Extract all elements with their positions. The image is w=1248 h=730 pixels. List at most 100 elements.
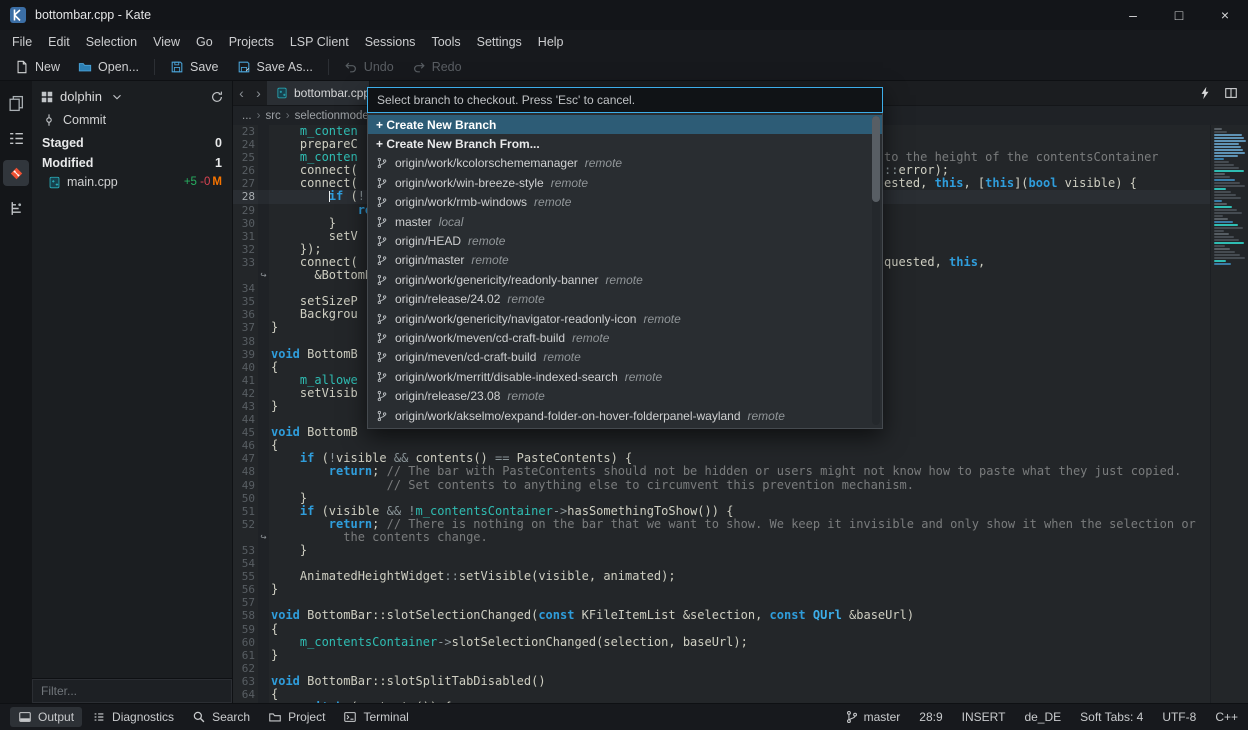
refresh-icon[interactable] [210, 90, 224, 104]
menu-settings[interactable]: Settings [469, 32, 530, 52]
branch-item[interactable]: origin/work/meven/cd-craft-buildremote [368, 328, 882, 347]
statusbar-field[interactable]: de_DE [1024, 710, 1061, 724]
code-line[interactable]: 64{ [233, 688, 1210, 701]
code-line[interactable]: 58void BottomBar::slotSelectionChanged(c… [233, 609, 1210, 622]
code-line[interactable]: 47 if (!visible && contents() == PasteCo… [233, 452, 1210, 465]
symbols-tool[interactable] [3, 195, 29, 221]
menu-projects[interactable]: Projects [221, 32, 282, 52]
project-selector[interactable]: dolphin [60, 89, 102, 104]
staged-section[interactable]: Staged 0 [32, 133, 232, 153]
modified-section[interactable]: Modified 1 [32, 153, 232, 173]
code-line[interactable]: 50 } [233, 492, 1210, 505]
breadcrumb-item[interactable]: ... [242, 110, 252, 122]
menu-file[interactable]: File [4, 32, 40, 52]
code-line[interactable]: 49 // Set contents to anything else to c… [233, 479, 1210, 492]
branch-item[interactable]: origin/release/23.08remote [368, 386, 882, 405]
code-line[interactable]: 60 m_contentsContainer->slotSelectionCha… [233, 636, 1210, 649]
branch-item[interactable]: origin/work/kcolorschememanagerremote [368, 154, 882, 173]
code-line[interactable]: 63void BottomBar::slotSplitTabDisabled() [233, 675, 1210, 688]
forward-icon[interactable]: › [250, 85, 267, 101]
statusbar-field[interactable]: master [845, 710, 901, 724]
branch-item[interactable]: origin/work/merritt/disable-indexed-sear… [368, 367, 882, 386]
code-line[interactable]: 51 if (visible && !m_contentsContainer->… [233, 505, 1210, 518]
branch-item[interactable]: origin/masterremote [368, 251, 882, 270]
code-line[interactable]: 56} [233, 583, 1210, 596]
statusbar-field[interactable]: C++ [1215, 710, 1238, 724]
statusbar-field[interactable]: 28:9 [919, 710, 942, 724]
menu-go[interactable]: Go [188, 32, 221, 52]
branch-item[interactable]: origin/work/genericity/navigator-readonl… [368, 309, 882, 328]
code-line[interactable]: 52 return; // There is nothing on the ba… [233, 518, 1210, 531]
popup-scrollbar[interactable] [872, 116, 880, 425]
git-file-row[interactable]: main.cpp+5 -0M [32, 173, 232, 191]
branch-search-input[interactable]: Select branch to checkout. Press 'Esc' t… [367, 87, 883, 113]
menu-view[interactable]: View [145, 32, 188, 52]
branch-item[interactable]: origin/work/akselmo/expand-folder-on-hov… [368, 406, 882, 425]
undo-button[interactable]: Undo [335, 57, 403, 77]
code-line[interactable]: 46{ [233, 439, 1210, 452]
code-line[interactable]: 59{ [233, 623, 1210, 636]
branch-label: origin/work/genericity/readonly-banner [395, 273, 598, 287]
line-number-gutter: 56 [233, 583, 269, 596]
branch-item[interactable]: origin/HEADremote [368, 231, 882, 250]
code-line[interactable]: 61} [233, 649, 1210, 662]
breadcrumb-item[interactable]: src [265, 110, 280, 122]
menu-selection[interactable]: Selection [78, 32, 145, 52]
statusbar-terminal-button[interactable]: Terminal [335, 707, 416, 727]
tab-bottombar-cpp[interactable]: bottombar.cpp [267, 81, 370, 105]
documents-tool[interactable] [3, 90, 29, 116]
statusbar-output-button[interactable]: Output [10, 707, 82, 727]
code-line[interactable]: 48 return; // The bar with PasteContents… [233, 465, 1210, 478]
branch-item[interactable]: + Create New Branch [368, 115, 882, 134]
menu-help[interactable]: Help [530, 32, 572, 52]
branch-item[interactable]: origin/meven/cd-craft-buildremote [368, 348, 882, 367]
open-folder-icon [78, 60, 92, 74]
close-button[interactable]: × [1202, 0, 1248, 30]
redo-button[interactable]: Redo [403, 57, 471, 77]
minimap[interactable] [1210, 125, 1248, 703]
branch-item[interactable]: origin/work/genericity/readonly-bannerre… [368, 270, 882, 289]
branch-item[interactable]: + Create New Branch From... [368, 134, 882, 153]
save-as-button[interactable]: Save As... [228, 57, 322, 77]
commit-button[interactable]: Commit [42, 113, 192, 127]
statusbar-field[interactable]: UTF-8 [1162, 710, 1196, 724]
statusbar-field[interactable]: Soft Tabs: 4 [1080, 710, 1143, 724]
split-view-icon[interactable] [1224, 86, 1238, 100]
maximize-button[interactable]: □ [1156, 0, 1202, 30]
popup-scrollbar-thumb[interactable] [872, 116, 880, 202]
branch-item[interactable]: origin/release/24.02remote [368, 290, 882, 309]
line-number-gutter: 29 [233, 204, 269, 217]
git-filter-input[interactable] [32, 679, 232, 703]
open-button[interactable]: Open... [69, 57, 148, 77]
breadcrumb-item[interactable]: selectionmode [295, 110, 369, 122]
git-tool[interactable] [3, 160, 29, 186]
breadcrumb-separator: › [257, 110, 261, 122]
code-line[interactable]: 65 switch (contents()) { [233, 701, 1210, 703]
lightning-icon[interactable] [1198, 86, 1212, 100]
menu-lsp-client[interactable]: LSP Client [282, 32, 357, 52]
branch-item[interactable]: masterlocal [368, 212, 882, 231]
menu-sessions[interactable]: Sessions [357, 32, 424, 52]
branch-item[interactable]: origin/work/rmb-windowsremote [368, 193, 882, 212]
fold-column [258, 230, 269, 243]
filesystem-tool[interactable] [3, 125, 29, 151]
statusbar-diagnostics-button[interactable]: Diagnostics [84, 707, 182, 727]
code-line[interactable]: 53 } [233, 544, 1210, 557]
chevron-down-icon[interactable] [110, 90, 124, 104]
code-line[interactable]: 55 AnimatedHeightWidget::setVisible(visi… [233, 570, 1210, 583]
save-button[interactable]: Save [161, 57, 228, 77]
menu-edit[interactable]: Edit [40, 32, 78, 52]
symbol-outline-icon [8, 200, 25, 217]
back-icon[interactable]: ‹ [233, 85, 250, 101]
statusbar-search-button[interactable]: Search [184, 707, 258, 727]
new-button[interactable]: New [6, 57, 69, 77]
code-line[interactable]: 62 [233, 662, 1210, 675]
code-line[interactable]: ↪ the contents change. [233, 531, 1210, 544]
code-line[interactable]: 54 [233, 557, 1210, 570]
code-line[interactable]: 57 [233, 596, 1210, 609]
statusbar-field[interactable]: INSERT [962, 710, 1006, 724]
branch-item[interactable]: origin/work/win-breeze-styleremote [368, 173, 882, 192]
menu-tools[interactable]: Tools [423, 32, 468, 52]
minimize-button[interactable]: – [1110, 0, 1156, 30]
statusbar-project-button[interactable]: Project [260, 707, 333, 727]
